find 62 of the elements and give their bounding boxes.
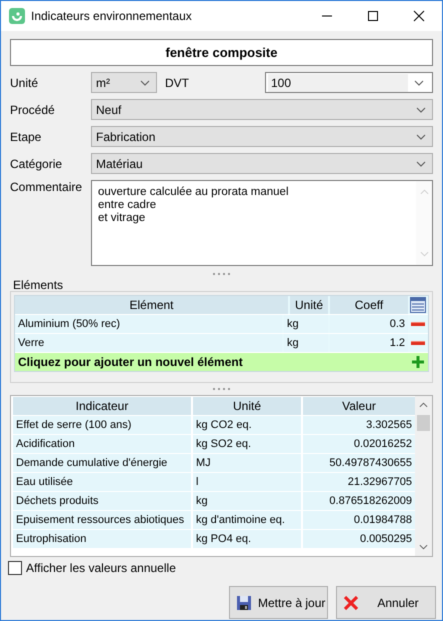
table-cell: Effet de serre (100 ans) — [13, 416, 191, 434]
table-cell: 0.02016252 — [303, 435, 415, 453]
column-chooser-icon[interactable] — [410, 297, 426, 313]
chevron-down-icon — [416, 106, 426, 112]
table-cell: kg d'antimoine eq. — [193, 511, 301, 529]
scroll-up-icon[interactable] — [419, 402, 428, 408]
table-cell: Eutrophisation — [13, 530, 191, 548]
table-cell: kg PO4 eq. — [193, 530, 301, 548]
table-cell: 0.876518262009 — [303, 492, 415, 510]
table-cell: 21.32967705 — [303, 473, 415, 491]
scrollbar[interactable] — [415, 396, 432, 556]
table-cell: kg — [193, 492, 301, 510]
column-header[interactable]: Indicateur — [13, 397, 191, 415]
table-cell: 50.49787430655 — [303, 454, 415, 472]
field-label: DVT — [164, 76, 190, 90]
dvt-combobox[interactable]: 100 — [265, 72, 433, 93]
field-label: Procédé — [10, 102, 56, 116]
update-button[interactable]: Mettre à jour — [229, 586, 328, 619]
cross-icon — [343, 594, 359, 610]
column-header[interactable]: Unité — [193, 397, 301, 415]
chevron-down-icon — [414, 80, 424, 86]
maximize-icon[interactable] — [367, 10, 379, 22]
table-cell: Déchets produits — [13, 492, 191, 510]
field-label: Commentaire — [10, 180, 84, 194]
checkbox[interactable] — [8, 561, 22, 575]
table-cell: Acidification — [13, 435, 191, 453]
close-icon[interactable] — [413, 10, 425, 22]
name-field[interactable]: fenêtre composite — [10, 39, 433, 66]
unit-dropdown[interactable]: m² — [91, 72, 157, 93]
splitter-grip-icon[interactable] — [213, 388, 230, 391]
table-cell: 0.0050295 — [303, 530, 415, 548]
plus-icon[interactable] — [410, 354, 426, 370]
chevron-down-icon — [416, 134, 426, 140]
chevron-down-icon — [416, 160, 426, 166]
table-cell: Epuisement ressources abiotiques — [13, 511, 191, 529]
table-cell: kg SO2 eq. — [193, 435, 301, 453]
splitter-grip-icon[interactable] — [213, 273, 230, 276]
table-cell: MJ — [193, 454, 301, 472]
checkbox-label: Afficher les valeurs annuelle — [26, 561, 176, 575]
cancel-button[interactable]: Annuler — [336, 586, 436, 619]
column-header[interactable]: Coeff — [330, 296, 408, 314]
field-label: Catégorie — [10, 156, 64, 170]
table-cell: 0.01984788 — [303, 511, 415, 529]
scroll-down-icon[interactable] — [419, 544, 428, 550]
group-title: Eléments — [13, 279, 64, 291]
scrollbar-thumb[interactable] — [417, 415, 430, 431]
table-cell: l — [193, 473, 301, 491]
table-cell: kg CO2 eq. — [193, 416, 301, 434]
column-header[interactable]: Valeur — [303, 397, 415, 415]
chevron-down-icon — [140, 80, 150, 86]
table-cell: Eau utilisée — [13, 473, 191, 491]
dropdown[interactable]: Neuf — [91, 99, 433, 120]
dropdown[interactable]: Fabrication — [91, 126, 433, 147]
table-cell: 3.302565 — [303, 416, 415, 434]
column-header[interactable]: Elément — [15, 296, 288, 314]
column-header[interactable]: Unité — [290, 296, 328, 314]
field-label: Unité — [10, 76, 40, 90]
dropdown[interactable]: Matériau — [91, 153, 433, 174]
table-cell: Demande cumulative d'énergie — [13, 454, 191, 472]
field-label: Etape — [10, 130, 42, 144]
app-logo-icon — [9, 8, 25, 24]
window-title: Indicateurs environnementaux — [31, 9, 193, 23]
